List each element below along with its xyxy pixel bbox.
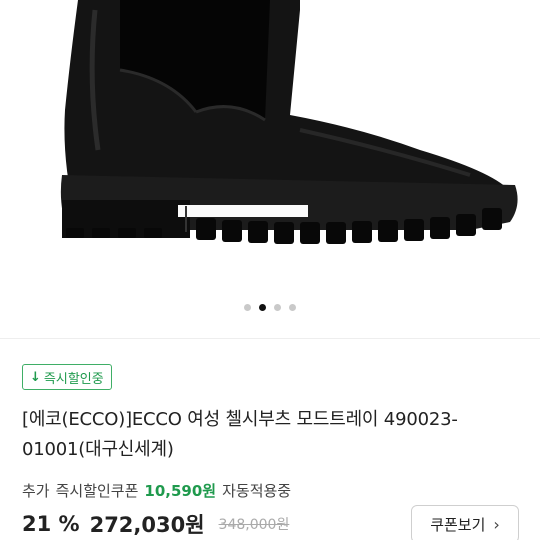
down-arrow-icon: ↓	[30, 369, 41, 385]
product-image[interactable]	[0, 0, 540, 330]
carousel-dot-active[interactable]	[259, 304, 266, 311]
view-coupon-label: 쿠폰보기	[430, 515, 486, 534]
carousel-dot[interactable]	[274, 304, 281, 311]
chevron-right-icon: ›	[493, 514, 500, 534]
view-coupon-button[interactable]: 쿠폰보기 ›	[411, 505, 519, 540]
carousel-indicator[interactable]	[0, 304, 540, 311]
coupon-suffix: 자동적용중	[222, 482, 292, 500]
coupon-info: 추가 즉시할인쿠폰 10,590원 자동적용중	[22, 480, 291, 501]
coupon-amount: 10,590원	[144, 482, 217, 500]
coupon-prefix: 추가	[22, 482, 50, 500]
section-divider	[0, 338, 540, 339]
boot-photo	[60, 0, 518, 244]
badge-label: 즉시할인중	[43, 371, 104, 387]
carousel-dot[interactable]	[244, 304, 251, 311]
product-title: [에코(ECCO)]ECCO 여성 첼시부츠 모드트레이 490023-0100…	[22, 409, 458, 460]
carousel-dot[interactable]	[289, 304, 296, 311]
original-price: 348,000원	[218, 517, 290, 533]
price-row: 21 % 272,030원 348,000원	[22, 508, 289, 540]
sale-price: 272,030원	[89, 513, 205, 537]
coupon-label: 즉시할인쿠폰	[55, 482, 139, 500]
instant-discount-badge: ↓ 즉시할인중	[22, 364, 112, 390]
discount-rate: 21 %	[22, 512, 80, 536]
